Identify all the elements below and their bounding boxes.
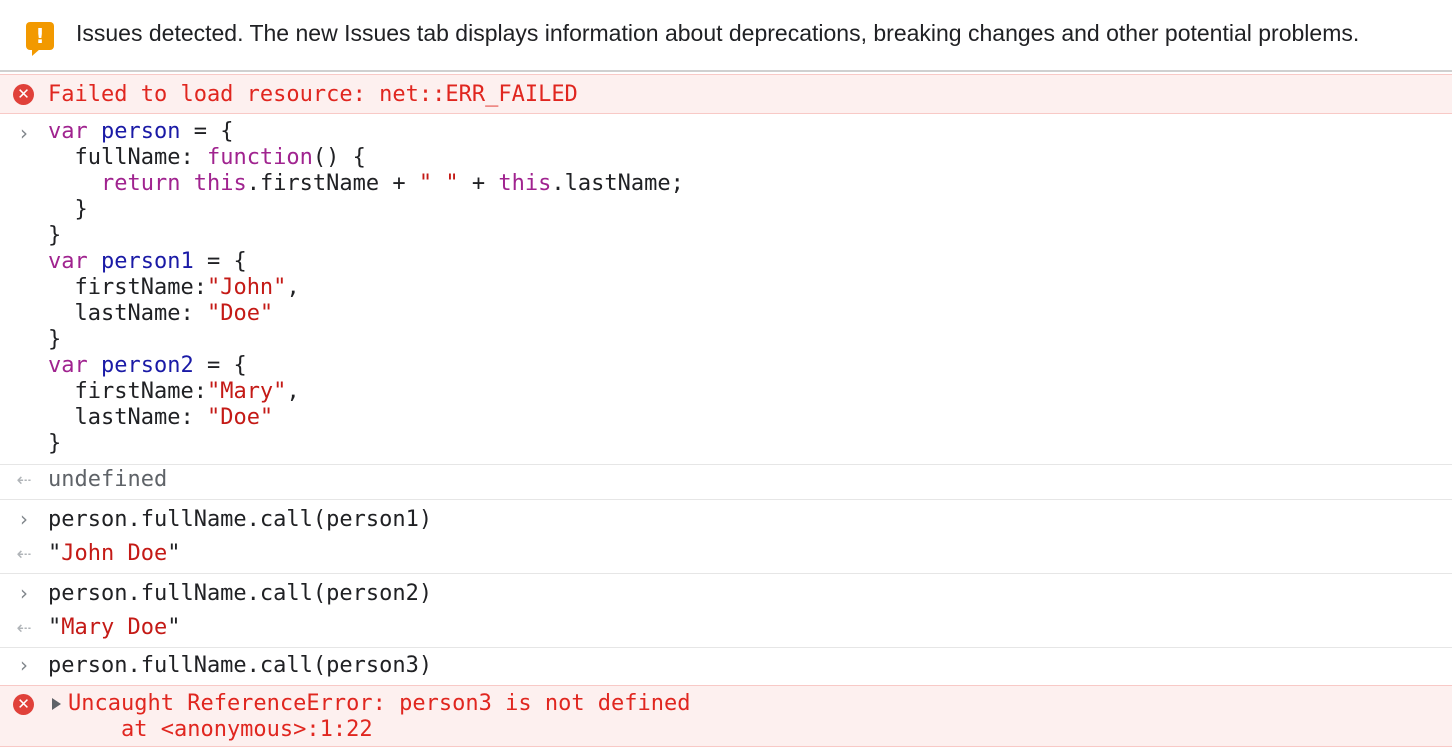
code-token: "Mary" xyxy=(206,379,287,404)
quote-close: " xyxy=(167,615,181,640)
error-icon: ✕ xyxy=(13,694,34,715)
code-line: firstName:"John", xyxy=(48,275,300,301)
code-token: firstName: xyxy=(48,275,207,300)
console-result-entry[interactable]: ⇠ undefined xyxy=(0,465,1452,500)
console-uncaught-error[interactable]: ✕ Uncaught ReferenceError: person3 is no… xyxy=(0,685,1452,747)
quote-close: " xyxy=(167,541,181,566)
code-token: function xyxy=(206,145,313,170)
code-token: = { xyxy=(193,353,247,378)
chevron-right-icon: › xyxy=(20,507,28,531)
quote-open: " xyxy=(48,615,62,640)
code-token: } xyxy=(48,223,62,248)
code-token: , xyxy=(286,379,300,404)
console-result-entry[interactable]: ⇠ "John Doe" xyxy=(0,539,1452,574)
code-token: () { xyxy=(312,145,366,170)
code-token: .firstName + xyxy=(246,171,419,196)
chevron-right-icon: › xyxy=(20,653,28,677)
console-error-message: ✕ Failed to load resource: net::ERR_FAIL… xyxy=(0,74,1452,114)
code-token: firstName: xyxy=(48,379,207,404)
return-arrow-icon: ⇠ xyxy=(16,618,32,639)
quote-open: " xyxy=(48,541,62,566)
code-line: } xyxy=(48,197,88,223)
result-string-value: John Doe xyxy=(61,541,168,566)
code-line: fullName: function() { xyxy=(48,145,366,171)
code-token: lastName: xyxy=(48,301,207,326)
code-line: lastName: "Doe" xyxy=(48,405,273,431)
console-result-entry[interactable]: ⇠ "Mary Doe" xyxy=(0,613,1452,648)
console-input-entry[interactable]: › person.fullName.call(person1) xyxy=(0,505,1452,539)
input-call-person2: person.fullName.call(person2) xyxy=(48,581,433,606)
code-token: } xyxy=(48,431,62,456)
code-token: fullName: xyxy=(48,145,207,170)
code-token: this xyxy=(498,171,552,196)
code-line: var person = { xyxy=(48,119,233,145)
code-token: return xyxy=(100,171,181,196)
code-line: firstName:"Mary", xyxy=(48,379,300,405)
result-undefined: undefined xyxy=(48,467,168,492)
chevron-right-icon: › xyxy=(20,121,28,145)
issues-banner-text: Issues detected. The new Issues tab disp… xyxy=(76,20,1360,46)
code-token: "Doe" xyxy=(206,405,274,430)
code-line: var person1 = { xyxy=(48,249,247,275)
console-input-entry[interactable]: › person.fullName.call(person2) xyxy=(0,579,1452,613)
return-arrow-icon: ⇠ xyxy=(16,470,32,491)
error-message-text: Failed to load resource: net::ERR_FAILED xyxy=(48,82,578,107)
code-token: + xyxy=(458,171,499,196)
code-line: lastName: "Doe" xyxy=(48,301,273,327)
console-input-entry[interactable]: › var person = { fullName: function() { … xyxy=(0,115,1452,465)
chevron-right-icon: › xyxy=(20,581,28,605)
return-arrow-icon: ⇠ xyxy=(16,544,32,565)
console-input-entry[interactable]: › person.fullName.call(person3) xyxy=(0,653,1452,685)
code-token: " " xyxy=(418,171,459,196)
result-string-value: Mary Doe xyxy=(61,615,168,640)
input-call-person1: person.fullName.call(person1) xyxy=(48,507,433,532)
code-token: } xyxy=(48,327,62,352)
code-token: this xyxy=(193,171,247,196)
code-token: = { xyxy=(180,119,234,144)
code-line: return this.firstName + " " + this.lastN… xyxy=(48,171,684,197)
issues-banner[interactable]: ! Issues detected. The new Issues tab di… xyxy=(0,0,1452,72)
warning-icon: ! xyxy=(26,22,54,56)
error-stack-trace: at <anonymous>:1:22 xyxy=(68,717,373,742)
code-token: person2 xyxy=(101,353,194,378)
code-token: = { xyxy=(193,249,247,274)
code-line: } xyxy=(48,327,61,353)
code-token: lastName: xyxy=(48,405,207,430)
code-token: "Doe" xyxy=(206,301,274,326)
code-token: person1 xyxy=(101,249,194,274)
code-token: } xyxy=(48,197,88,222)
code-token: var xyxy=(48,119,88,144)
triangle-right-icon[interactable] xyxy=(52,698,61,710)
code-line: var person2 = { xyxy=(48,353,247,379)
code-line: } xyxy=(48,223,61,249)
code-token: person xyxy=(101,119,181,144)
result-mary-doe: "Mary Doe" xyxy=(48,615,180,641)
code-line: } xyxy=(48,431,61,457)
code-token: "John" xyxy=(206,275,287,300)
result-john-doe: "John Doe" xyxy=(48,541,180,567)
input-call-person3: person.fullName.call(person3) xyxy=(48,653,433,678)
code-token: , xyxy=(286,275,300,300)
error-icon: ✕ xyxy=(13,84,34,105)
code-token: var xyxy=(48,249,88,274)
code-token: var xyxy=(48,353,88,378)
uncaught-error-message: Uncaught ReferenceError: person3 is not … xyxy=(68,691,691,716)
code-token: .lastName; xyxy=(551,171,684,196)
